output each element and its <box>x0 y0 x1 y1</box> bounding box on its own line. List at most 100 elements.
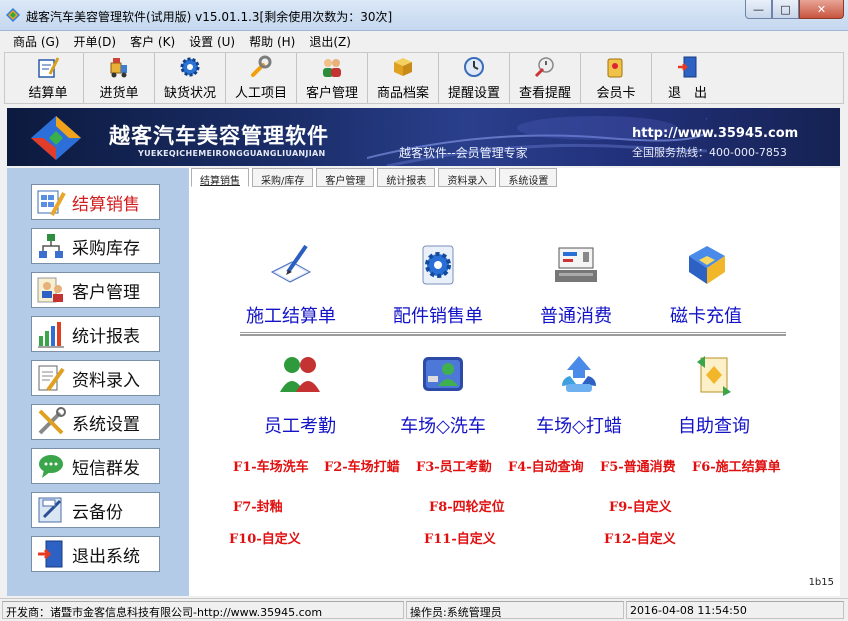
tile-label: 施工结算单 <box>246 306 336 327</box>
window-controls: — □ ✕ <box>745 0 844 20</box>
app-logo-icon <box>6 8 20 22</box>
exit-door-icon <box>677 56 696 78</box>
checkout-icon <box>38 57 60 78</box>
tile-car-wax[interactable]: 车场◇打蜡 <box>514 352 644 438</box>
toolbar-exit-button[interactable]: 退 出 <box>652 53 723 103</box>
menu-goods[interactable]: 商品 (G) <box>6 31 66 50</box>
menu-settings[interactable]: 设置 (U) <box>182 31 242 50</box>
menu-help[interactable]: 帮助 (H) <box>242 31 302 50</box>
toolbar-label: 缺货状况 <box>163 86 216 101</box>
exit-door-icon <box>38 540 63 568</box>
sidebar-item-label: 短信群发 <box>72 458 140 479</box>
hotkey-f10: F10-自定义 <box>229 532 301 547</box>
tile-staff-attendance[interactable]: 员工考勤 <box>235 352 365 438</box>
tile-label: 普通消费 <box>540 306 612 327</box>
title-bar: 越客汽车美容管理软件(试用版) v15.01.1.3[剩余使用次数为：30次] … <box>0 0 848 31</box>
toolbar-label: 提醒设置 <box>447 86 500 101</box>
toolbar-label: 退 出 <box>667 86 707 101</box>
menu-billing[interactable]: 开单(D) <box>66 31 123 50</box>
tab-customer-management[interactable]: 客户管理 <box>316 168 375 187</box>
hotkey-f2: F2-车场打蜡 <box>324 460 400 475</box>
sidebar-item-label: 客户管理 <box>72 282 140 303</box>
toolbar-purchase-button[interactable]: 进货单 <box>84 53 155 103</box>
tile-car-wash[interactable]: 车场◇洗车 <box>378 352 508 438</box>
brand-hotline: 全国服务热线：400-000-7853 <box>632 146 787 159</box>
tile-card-recharge[interactable]: 磁卡充值 <box>641 242 771 328</box>
maximize-button[interactable]: □ <box>772 0 799 19</box>
sidebar-item-data-entry[interactable]: 资料录入 <box>31 360 160 396</box>
sidebar-item-cloud-backup[interactable]: 云备份 <box>31 492 160 528</box>
hotkey-f12: F12-自定义 <box>604 532 676 547</box>
sidebar-item-label: 统计报表 <box>72 326 140 347</box>
hotkey-f7: F7-封釉 <box>233 500 283 515</box>
hotkey-f1: F1-车场洗车 <box>233 460 309 475</box>
tiles-divider <box>240 332 786 336</box>
tab-purchase-stock[interactable]: 采购/库存 <box>252 168 314 187</box>
brand-url: http://www.35945.com <box>632 126 799 141</box>
bar-chart-icon <box>38 322 64 348</box>
tile-work-order[interactable]: 施工结算单 <box>226 242 356 328</box>
hotkey-f8: F8-四轮定位 <box>429 500 505 515</box>
checkout-pencil-icon <box>37 190 66 216</box>
sidebar-item-exit-system[interactable]: 退出系统 <box>31 536 160 572</box>
sidebar-item-system-settings[interactable]: 系统设置 <box>31 404 160 440</box>
main-panel: 结算销售 采购/库存 客户管理 统计报表 资料录入 系统设置 施工结算单 配件销… <box>189 168 840 596</box>
toolbar-view-reminder-button[interactable]: 查看提醒 <box>510 53 581 103</box>
sidebar-item-label: 系统设置 <box>72 414 140 435</box>
tab-system-settings[interactable]: 系统设置 <box>499 168 558 187</box>
toolbar-shortage-button[interactable]: 缺货状况 <box>155 53 226 103</box>
toolbar-customer-button[interactable]: 客户管理 <box>297 53 368 103</box>
toolbar-goods-file-button[interactable]: 商品档案 <box>368 53 439 103</box>
parts-gear-icon <box>422 245 454 285</box>
sidebar-item-label: 云备份 <box>72 502 123 523</box>
menu-customer[interactable]: 客户 (K) <box>123 31 182 50</box>
brand-logo-icon <box>31 116 81 160</box>
gear-icon <box>180 57 200 77</box>
toolbar-label: 客户管理 <box>305 86 358 101</box>
sidebar-item-customer-management[interactable]: 客户管理 <box>31 272 160 308</box>
hotkey-f5: F5-普通消费 <box>600 460 676 475</box>
version-tag: 1b15 <box>808 577 834 588</box>
work-order-icon <box>270 244 312 283</box>
tile-self-query[interactable]: 自助查询 <box>649 352 779 438</box>
reminder-icon <box>534 57 554 78</box>
recycle-wax-icon <box>562 356 596 392</box>
toolbar-checkout-button[interactable]: 结算单 <box>13 53 84 103</box>
tab-statistics[interactable]: 统计报表 <box>377 168 436 187</box>
hotkey-f9: F9-自定义 <box>609 500 672 515</box>
tab-checkout-sales[interactable]: 结算销售 <box>191 168 249 187</box>
toolbar-member-card-button[interactable]: 会员卡 <box>581 53 652 103</box>
tab-data-entry[interactable]: 资料录入 <box>438 168 497 187</box>
sidebar-item-sms[interactable]: 短信群发 <box>31 448 160 484</box>
menu-exit[interactable]: 退出(Z) <box>302 31 358 50</box>
sidebar-item-purchase-stock[interactable]: 采购库存 <box>31 228 160 264</box>
status-bar: 开发商：诸暨市金客信息科技有限公司-http://www.35945.com 操… <box>0 598 848 621</box>
toolbar-label: 商品档案 <box>376 86 429 101</box>
toolbar-label: 查看提醒 <box>518 86 571 101</box>
minimize-button[interactable]: — <box>745 0 772 19</box>
sidebar-item-checkout-sales[interactable]: 结算销售 <box>31 184 160 220</box>
forklift-icon <box>110 58 127 78</box>
tile-label: 员工考勤 <box>264 416 336 437</box>
toolbar-labor-button[interactable]: 人工项目 <box>226 53 297 103</box>
tile-label: 自助查询 <box>678 416 750 437</box>
clock-icon <box>464 57 484 77</box>
tile-label: 车场◇洗车 <box>400 416 486 437</box>
tile-label: 磁卡充值 <box>670 306 742 327</box>
cloud-backup-icon <box>38 497 62 523</box>
hotkey-f11: F11-自定义 <box>424 532 496 547</box>
brand-name: 越客汽车美容管理软件 <box>109 124 329 148</box>
tile-label: 配件销售单 <box>393 306 483 327</box>
tools-icon <box>38 407 66 435</box>
close-button[interactable]: ✕ <box>799 0 844 19</box>
sidebar-item-label: 资料录入 <box>72 370 140 391</box>
tile-general-consumption[interactable]: 普通消费 <box>511 242 641 328</box>
sidebar-item-label: 结算销售 <box>72 194 140 215</box>
self-query-icon <box>697 356 731 396</box>
hotkey-f3: F3-员工考勤 <box>416 460 492 475</box>
wrench-icon <box>251 55 272 77</box>
sidebar-item-statistics[interactable]: 统计报表 <box>31 316 160 352</box>
tile-parts-sales[interactable]: 配件销售单 <box>373 242 503 328</box>
brand-slogan: 越客软件--会员管理专家 <box>399 146 528 160</box>
toolbar-reminder-settings-button[interactable]: 提醒设置 <box>439 53 510 103</box>
